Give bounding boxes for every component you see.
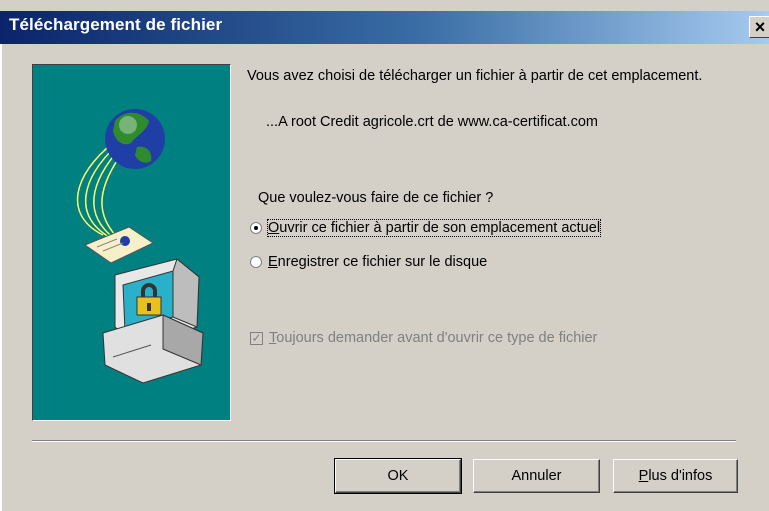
globe-network-computer-lock-illustration [76,109,204,384]
file-name-source: ...A root Credit agricole.crt de www.ca-… [266,114,598,130]
question-label: Que voulez-vous faire de ce fichier ? [258,190,494,206]
ok-button[interactable]: OK [334,458,462,494]
always-ask-option: ✓ Toujours demander avant d'ouvrir ce ty… [250,330,597,346]
computer-icon [102,258,204,384]
always-ask-label: Toujours demander avant d'ouvrir ce type… [269,330,598,346]
window-title: Téléchargement de fichier [9,15,223,34]
close-icon: × [754,17,766,37]
save-option[interactable]: Enregistrer ce fichier sur le disque [250,254,487,270]
title-bar[interactable]: Téléchargement de fichier × [0,11,769,44]
document-icon [83,226,155,264]
open-radio[interactable] [250,222,262,234]
open-option[interactable]: Ouvrir ce fichier à partir de son emplac… [250,219,602,237]
more-info-button[interactable]: Plus d'infos [613,459,738,493]
open-option-label: Ouvrir ce fichier à partir de son emplac… [266,219,602,237]
save-option-label: Enregistrer ce fichier sur le disque [268,254,488,270]
intro-text: Vous avez choisi de télécharger un fichi… [247,68,703,84]
separator [32,440,736,442]
cancel-button[interactable]: Annuler [473,459,600,493]
close-button[interactable]: × [749,16,769,38]
window-left-edge [0,44,2,511]
download-illustration [32,64,231,421]
globe-icon [105,109,165,169]
always-ask-checkbox: ✓ [250,330,263,345]
save-radio[interactable] [250,256,262,268]
